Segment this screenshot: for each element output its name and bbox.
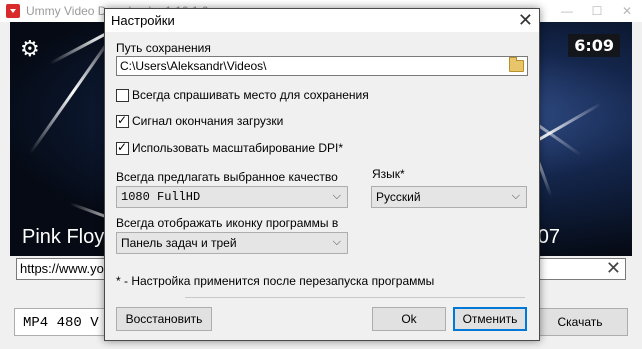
chevron-down-icon: ⌵ xyxy=(332,190,341,202)
tray-icon-select[interactable]: Панель задач и трей ⌵ xyxy=(116,232,348,254)
restore-defaults-button[interactable]: Восстановить xyxy=(116,307,212,331)
dialog-title: Настройки xyxy=(111,13,175,28)
checkbox-label: Использовать масштабирование DPI* xyxy=(132,141,343,155)
save-path-label: Путь сохранения xyxy=(116,41,211,55)
tray-icon-value: Панель задач и трей xyxy=(121,236,237,250)
quality-select[interactable]: 1080 FullHD ⌵ xyxy=(116,186,348,208)
folder-icon[interactable] xyxy=(509,57,524,72)
settings-gear-icon[interactable]: ⚙ xyxy=(20,38,42,60)
save-path-value: C:\Users\Aleksandr\Videos\ xyxy=(120,59,267,73)
chevron-down-icon: ⌵ xyxy=(332,236,341,248)
divider xyxy=(185,297,525,298)
tray-icon-label: Всегда отображать иконку программы в xyxy=(116,216,339,230)
restart-footnote: * - Настройка применится после перезапус… xyxy=(116,274,435,288)
cancel-button[interactable]: Отменить xyxy=(453,307,527,331)
download-button[interactable]: Скачать xyxy=(532,308,628,336)
ok-button[interactable]: Ok xyxy=(372,307,446,331)
save-path-input[interactable]: C:\Users\Aleksandr\Videos\ xyxy=(116,56,528,76)
app-close-button[interactable]: ✕ xyxy=(612,0,642,22)
video-duration: 6:09 xyxy=(568,34,620,57)
checkbox-box[interactable] xyxy=(116,89,129,102)
maximize-button[interactable]: ☐ xyxy=(582,0,612,22)
checkbox-label: Сигнал окончания загрузки xyxy=(132,114,284,128)
settings-dialog: Настройки ✕ Путь сохранения C:\Users\Ale… xyxy=(104,8,540,341)
checkbox-box[interactable] xyxy=(116,140,129,155)
dialog-close-icon[interactable]: ✕ xyxy=(518,10,533,31)
language-label: Язык* xyxy=(372,167,405,181)
checkbox-box[interactable] xyxy=(116,113,129,128)
quality-value: 1080 FullHD xyxy=(121,190,201,204)
quality-label: Всегда предлагать выбранное качество xyxy=(116,170,338,184)
chevron-down-icon: ⌵ xyxy=(511,190,520,202)
checkbox-label: Всегда спрашивать место для сохранения xyxy=(132,88,369,102)
video-title: Pink Floyd xyxy=(22,226,116,248)
app-logo-icon xyxy=(6,4,20,18)
clear-url-icon[interactable]: ✕ xyxy=(606,258,621,279)
url-text: https://www.yo xyxy=(20,261,104,276)
dialog-titlebar: Настройки ✕ xyxy=(105,9,539,32)
language-value: Русский xyxy=(376,190,421,204)
minimize-button[interactable]: — xyxy=(552,0,582,22)
language-select[interactable]: Русский ⌵ xyxy=(371,186,527,208)
